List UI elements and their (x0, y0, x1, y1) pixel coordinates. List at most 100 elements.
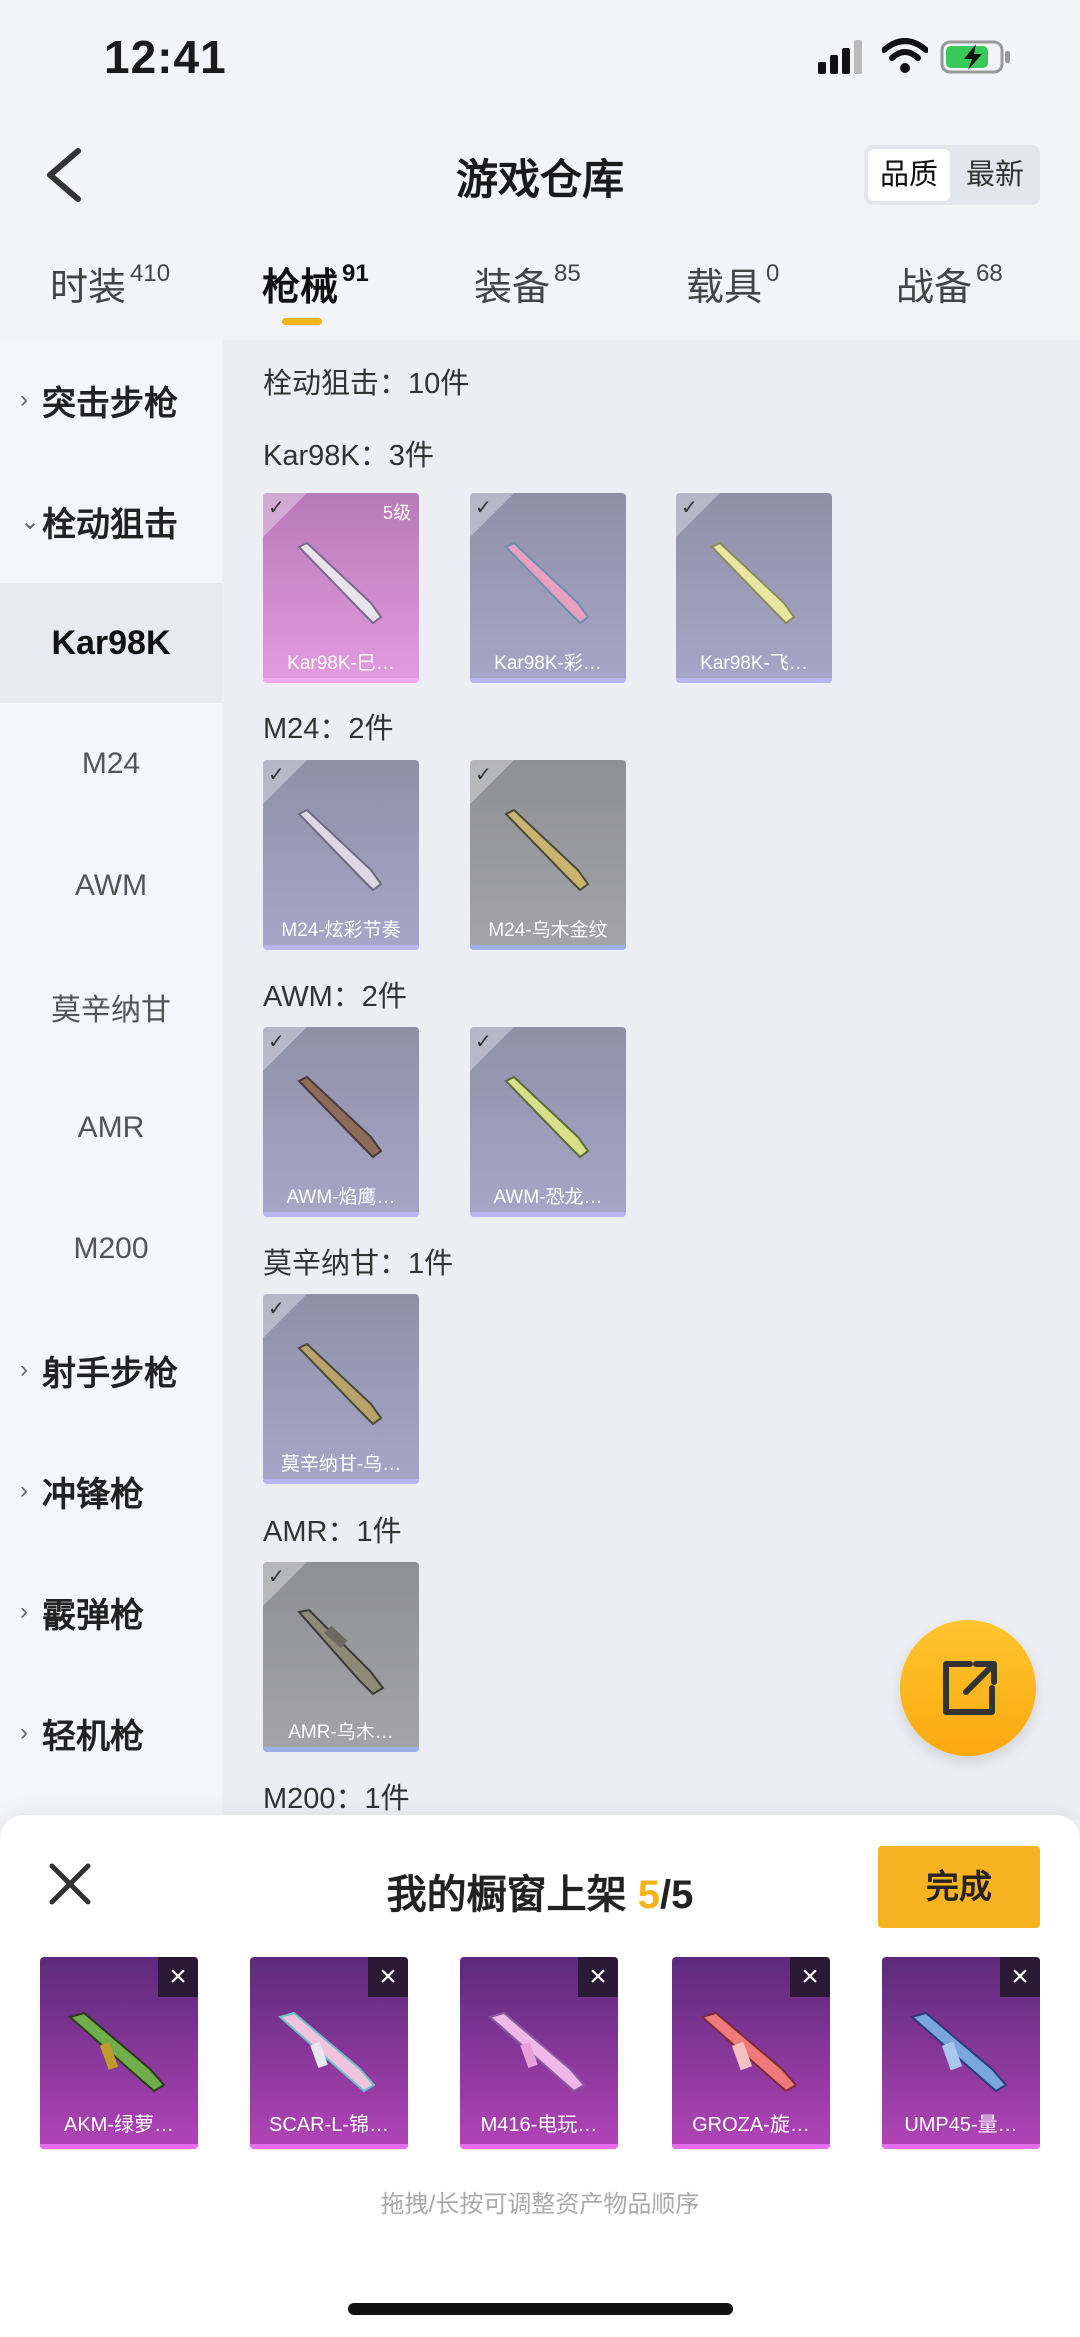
remove-icon[interactable]: × (1000, 1957, 1040, 1997)
sidebar-item-label: AWM (74, 869, 148, 902)
item-name: Kar98K-巳… (287, 653, 395, 674)
battery-icon (940, 40, 1010, 74)
sort-quality-button[interactable]: 品质 (868, 149, 950, 201)
chevron-down-icon: ⌄ (20, 507, 41, 535)
check-icon: ✓ (268, 1031, 285, 1053)
item-name: AWM-恐龙… (493, 1187, 603, 1208)
item-name: GROZA-旋… (692, 2114, 810, 2136)
section-title: M24：2件 (263, 713, 394, 745)
sidebar-item-marksman-rifle[interactable]: › 射手步枪 (0, 1310, 222, 1430)
rifle-icon (297, 1075, 383, 1159)
rifle-icon (699, 2011, 798, 2093)
signal-icon (818, 40, 862, 74)
sidebar-item-mosin[interactable]: 莫辛纳甘 (0, 947, 222, 1067)
item-card[interactable]: ✓ M24-乌木金纹 (470, 760, 626, 950)
item-name: Kar98K-彩… (494, 653, 602, 674)
showcase-item[interactable]: × M416-电玩… (460, 1957, 618, 2149)
rifle-icon (297, 541, 383, 625)
status-time: 12:41 (104, 31, 227, 83)
rifle-icon (67, 2011, 166, 2093)
section-title: 莫辛纳甘：1件 (263, 1248, 454, 1280)
rifle-icon (277, 2011, 376, 2093)
tab-count: 91 (342, 260, 369, 287)
sidebar-item-smg[interactable]: › 冲锋枪 (0, 1431, 222, 1551)
item-card[interactable]: ✓ Kar98K-彩… (470, 493, 626, 683)
chevron-right-icon: › (20, 1598, 28, 1625)
remove-icon[interactable]: × (578, 1957, 618, 1997)
section-title: Kar98K：3件 (263, 440, 434, 472)
sidebar-item-lmg[interactable]: › 轻机枪 (0, 1673, 222, 1793)
item-name: M416-电玩… (480, 2114, 598, 2136)
check-icon: ✓ (268, 764, 285, 786)
sidebar-item-label: M200 (73, 1232, 149, 1265)
item-name: Kar98K-飞… (700, 653, 808, 674)
tab-label: 枪械 (262, 267, 339, 309)
item-card[interactable]: ✓ AWM-焰鹰… (263, 1027, 419, 1217)
check-icon: ✓ (475, 497, 492, 519)
share-button[interactable] (900, 1620, 1036, 1756)
home-indicator[interactable] (348, 2303, 733, 2315)
check-icon: ✓ (681, 497, 698, 519)
active-tab-indicator (282, 318, 322, 325)
sort-toggle: 品质 最新 (864, 145, 1040, 205)
check-icon: ✓ (268, 1566, 285, 1588)
item-card[interactable]: ✓ AMR-乌木… (263, 1562, 419, 1752)
tab-count: 0 (766, 260, 780, 287)
check-icon: ✓ (268, 1298, 285, 1320)
sidebar-item-kar98k[interactable]: Kar98K (0, 583, 222, 703)
showcase-item[interactable]: × GROZA-旋… (672, 1957, 830, 2149)
item-card[interactable]: ✓ AWM-恐龙… (470, 1027, 626, 1217)
remove-icon[interactable]: × (790, 1957, 830, 1997)
sidebar-item-bolt-sniper[interactable]: ⌄ 栓动狙击 (0, 461, 222, 581)
tab-count: 68 (976, 260, 1003, 287)
tab-vehicles[interactable]: 载具 0 (686, 256, 779, 311)
section-title: M200：1件 (263, 1783, 410, 1815)
rifle-icon (909, 2011, 1008, 2093)
sidebar-item-assault-rifle[interactable]: › 突击步枪 (0, 340, 222, 460)
check-icon: ✓ (475, 1031, 492, 1053)
remove-icon[interactable]: × (368, 1957, 408, 1997)
chevron-right-icon: › (20, 386, 28, 413)
rifle-icon (297, 1608, 385, 1696)
tab-supplies[interactable]: 战备 68 (896, 256, 1003, 311)
remove-icon[interactable]: × (158, 1957, 198, 1997)
sort-newest-button[interactable]: 最新 (954, 149, 1036, 201)
item-card[interactable]: ✓ M24-炫彩节奏 (263, 760, 419, 950)
item-name: M24-乌木金纹 (488, 920, 608, 941)
share-icon (943, 1661, 997, 1715)
reorder-hint: 拖拽/长按可调整资产物品顺序 (380, 2191, 700, 2218)
chevron-right-icon: › (20, 1477, 28, 1504)
sidebar-item-shotgun[interactable]: › 霰弹枪 (0, 1552, 222, 1672)
level-badge: 5级 (382, 503, 411, 523)
tab-count: 85 (554, 260, 581, 287)
item-name: UMP45-量… (904, 2114, 1018, 2136)
tab-label: 装备 (474, 267, 551, 309)
rifle-icon (504, 808, 590, 892)
tab-fashion[interactable]: 时装 410 (50, 256, 170, 311)
sidebar-item-awm[interactable]: AWM (0, 826, 222, 946)
sidebar-item-m200[interactable]: M200 (0, 1189, 222, 1309)
item-card[interactable]: ✓ 莫辛纳甘-乌… (263, 1294, 419, 1484)
showcase-item[interactable]: × UMP45-量… (882, 1957, 1040, 2149)
check-icon: ✓ (475, 764, 492, 786)
rifle-icon (504, 541, 590, 625)
showcase-item[interactable]: × AKM-绿萝… (40, 1957, 198, 2149)
tab-label: 时装 (50, 267, 127, 309)
tab-label: 载具 (686, 267, 763, 309)
item-card[interactable]: ✓ Kar98K-飞… (676, 493, 832, 683)
tab-equipment[interactable]: 装备 85 (474, 256, 581, 311)
sidebar-item-label: 轻机枪 (42, 1717, 144, 1756)
item-card[interactable]: ✓ 5级 Kar98K-巳… (263, 493, 419, 683)
sidebar-item-m24[interactable]: M24 (0, 704, 222, 824)
done-button[interactable]: 完成 (878, 1846, 1040, 1928)
tab-firearms[interactable]: 枪械 91 (262, 256, 369, 311)
item-name: AMR-乌木… (288, 1722, 394, 1743)
sidebar-item-amr[interactable]: AMR (0, 1068, 222, 1188)
sidebar-item-label: 冲锋枪 (42, 1475, 144, 1514)
tab-label: 战备 (896, 267, 973, 309)
showcase-item[interactable]: × SCAR-L-锦… (250, 1957, 408, 2149)
sidebar-item-label: AMR (77, 1111, 145, 1144)
item-name: M24-炫彩节奏 (281, 920, 401, 941)
sidebar-item-label: M24 (81, 747, 141, 780)
rifle-icon (487, 2011, 586, 2093)
